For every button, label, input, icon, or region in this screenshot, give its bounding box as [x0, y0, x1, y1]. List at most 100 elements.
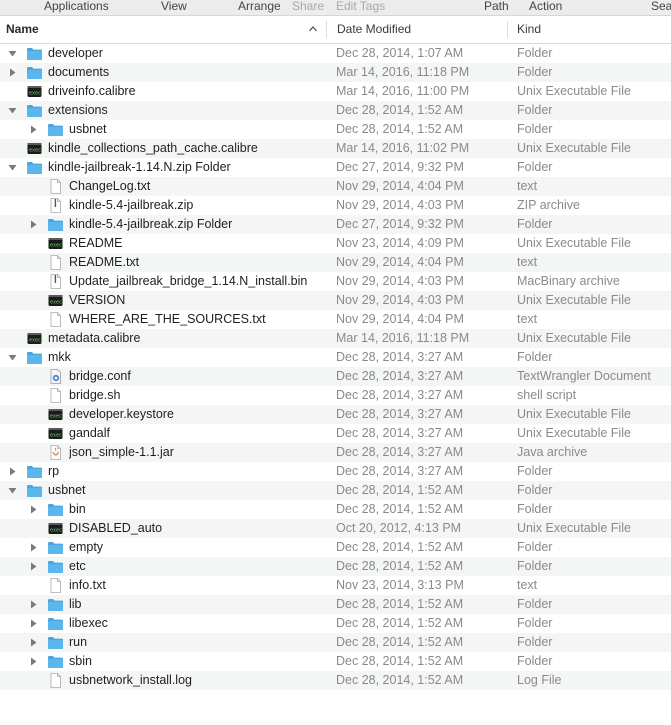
file-row[interactable]: empty Dec 28, 2014, 1:52 AM Folder: [0, 538, 671, 557]
date-modified: Dec 28, 2014, 1:52 AM: [336, 616, 464, 630]
file-name: documents: [48, 65, 110, 79]
text-file-icon: [47, 578, 64, 593]
file-row[interactable]: ChangeLog.txt Nov 29, 2014, 4:04 PM text: [0, 177, 671, 196]
name-column-header[interactable]: Name: [6, 16, 39, 43]
file-row[interactable]: exec README Nov 23, 2014, 4:09 PM Unix Exec…: [0, 234, 671, 253]
toolbar-path-button[interactable]: Path: [484, 0, 509, 13]
file-row[interactable]: exec gandalf Dec 28, 2014, 3:27 AM Unix Exe…: [0, 424, 671, 443]
disclosure-expanded-icon[interactable]: [8, 106, 17, 115]
file-row[interactable]: libexec Dec 28, 2014, 1:52 AM Folder: [0, 614, 671, 633]
file-row[interactable]: exec driveinfo.calibre Mar 14, 2016, 11:00…: [0, 82, 671, 101]
disclosure-collapsed-icon[interactable]: [29, 657, 38, 666]
file-row[interactable]: exec kindle_collections_path_cache.calibr…: [0, 139, 671, 158]
column-header: Name Date Modified Kind: [0, 16, 671, 44]
file-name: WHERE_ARE_THE_SOURCES.txt: [69, 312, 266, 326]
file-name: mkk: [48, 350, 71, 364]
toolbar-search-field[interactable]: Sea: [651, 0, 671, 13]
file-row[interactable]: kindle-5.4-jailbreak.zip Nov 29, 2014, 4:…: [0, 196, 671, 215]
toolbar-share-button[interactable]: Share: [292, 0, 324, 13]
toolbar-applications-button[interactable]: Applications: [44, 0, 109, 13]
file-kind: Folder: [517, 122, 553, 136]
text-file-icon: [47, 179, 64, 194]
file-kind: text: [517, 179, 538, 193]
file-row[interactable]: WHERE_ARE_THE_SOURCES.txt Nov 29, 2014, 4…: [0, 310, 671, 329]
file-row[interactable]: bridge.sh Dec 28, 2014, 3:27 AM shell scri…: [0, 386, 671, 405]
kind-column-header[interactable]: Kind: [517, 16, 541, 43]
file-row[interactable]: extensions Dec 28, 2014, 1:52 AM Folder: [0, 101, 671, 120]
toolbar-action-button[interactable]: Action: [529, 0, 562, 13]
date-modified: Dec 28, 2014, 3:27 AM: [336, 350, 464, 364]
file-kind: Folder: [517, 160, 553, 174]
file-row[interactable]: usbnetwork_install.log Dec 28, 2014, 1:52…: [0, 671, 671, 690]
file-name: bridge.conf: [69, 369, 131, 383]
file-row[interactable]: developer Dec 28, 2014, 1:07 AM Folder: [0, 44, 671, 63]
file-row[interactable]: exec DISABLED_auto Oct 20, 2012, 4:13 PM Un…: [0, 519, 671, 538]
file-row[interactable]: usbnet Dec 28, 2014, 1:52 AM Folder: [0, 120, 671, 139]
folder-icon: [26, 103, 43, 118]
file-row[interactable]: bin Dec 28, 2014, 1:52 AM Folder: [0, 500, 671, 519]
file-row[interactable]: mkk Dec 28, 2014, 3:27 AM Folder: [0, 348, 671, 367]
svg-text:exec: exec: [50, 300, 62, 306]
file-row[interactable]: Update_jailbreak_bridge_1.14.N_install.b…: [0, 272, 671, 291]
file-row[interactable]: exec developer.keystore Dec 28, 2014, 3:27…: [0, 405, 671, 424]
column-divider[interactable]: [326, 21, 327, 38]
executable-icon: exec: [26, 141, 43, 156]
column-divider[interactable]: [507, 21, 508, 38]
file-row[interactable]: bridge.conf Dec 28, 2014, 3:27 AM TextWran…: [0, 367, 671, 386]
disclosure-collapsed-icon[interactable]: [8, 68, 17, 77]
toolbar-arrange-button[interactable]: Arrange: [238, 0, 281, 13]
file-kind: Java archive: [517, 445, 588, 459]
date-modified: Dec 28, 2014, 1:52 AM: [336, 635, 464, 649]
file-name: usbnet: [69, 122, 107, 136]
date-modified-column-header[interactable]: Date Modified: [337, 16, 411, 43]
file-kind: MacBinary archive: [517, 274, 620, 288]
folder-icon: [26, 46, 43, 61]
file-name: kindle_collections_path_cache.calibre: [48, 141, 258, 155]
disclosure-expanded-icon[interactable]: [8, 486, 17, 495]
file-row[interactable]: lib Dec 28, 2014, 1:52 AM Folder: [0, 595, 671, 614]
file-row[interactable]: README.txt Nov 29, 2014, 4:04 PM text: [0, 253, 671, 272]
disclosure-collapsed-icon[interactable]: [29, 619, 38, 628]
disclosure-collapsed-icon[interactable]: [29, 638, 38, 647]
file-kind: Folder: [517, 597, 553, 611]
disclosure-collapsed-icon[interactable]: [29, 125, 38, 134]
disclosure-collapsed-icon[interactable]: [29, 505, 38, 514]
disclosure-expanded-icon[interactable]: [8, 163, 17, 172]
date-modified: Mar 14, 2016, 11:18 PM: [336, 65, 470, 79]
file-row[interactable]: etc Dec 28, 2014, 1:52 AM Folder: [0, 557, 671, 576]
file-name: DISABLED_auto: [69, 521, 163, 535]
file-row[interactable]: exec metadata.calibre Mar 14, 2016, 11:18 …: [0, 329, 671, 348]
disclosure-collapsed-icon[interactable]: [29, 220, 38, 229]
disclosure-expanded-icon[interactable]: [8, 353, 17, 362]
file-row[interactable]: json_simple-1.1.jar Dec 28, 2014, 3:27 AM…: [0, 443, 671, 462]
disclosure-collapsed-icon[interactable]: [29, 543, 38, 552]
date-modified: Dec 28, 2014, 3:27 AM: [336, 464, 464, 478]
date-modified: Nov 23, 2014, 3:13 PM: [336, 578, 464, 592]
file-name: usbnet: [48, 483, 86, 497]
file-row[interactable]: rp Dec 28, 2014, 3:27 AM Folder: [0, 462, 671, 481]
file-row[interactable]: kindle-jailbreak-1.14.N.zip Folder Dec 27…: [0, 158, 671, 177]
file-row[interactable]: exec VERSION Nov 29, 2014, 4:03 PM Unix Exe…: [0, 291, 671, 310]
file-kind: Folder: [517, 502, 553, 516]
file-name: kindle-jailbreak-1.14.N.zip Folder: [48, 160, 231, 174]
file-kind: Folder: [517, 559, 553, 573]
svg-text:exec: exec: [29, 148, 41, 154]
sort-ascending-icon[interactable]: [308, 24, 318, 34]
file-name: usbnetwork_install.log: [69, 673, 192, 687]
date-modified: Dec 28, 2014, 1:52 AM: [336, 597, 464, 611]
toolbar-edit-tags-button[interactable]: Edit Tags: [336, 0, 385, 13]
svg-text:exec: exec: [29, 91, 41, 97]
file-row[interactable]: run Dec 28, 2014, 1:52 AM Folder: [0, 633, 671, 652]
file-row[interactable]: documents Mar 14, 2016, 11:18 PM Folder: [0, 63, 671, 82]
disclosure-collapsed-icon[interactable]: [29, 562, 38, 571]
file-row[interactable]: kindle-5.4-jailbreak.zip Folder Dec 27, 2…: [0, 215, 671, 234]
disclosure-collapsed-icon[interactable]: [29, 600, 38, 609]
file-kind: Folder: [517, 217, 553, 231]
file-row[interactable]: info.txt Nov 23, 2014, 3:13 PM text: [0, 576, 671, 595]
file-row[interactable]: usbnet Dec 28, 2014, 1:52 AM Folder: [0, 481, 671, 500]
toolbar-view-button[interactable]: View: [161, 0, 187, 13]
disclosure-expanded-icon[interactable]: [8, 49, 17, 58]
file-row[interactable]: sbin Dec 28, 2014, 1:52 AM Folder: [0, 652, 671, 671]
folder-icon: [26, 160, 43, 175]
disclosure-collapsed-icon[interactable]: [8, 467, 17, 476]
